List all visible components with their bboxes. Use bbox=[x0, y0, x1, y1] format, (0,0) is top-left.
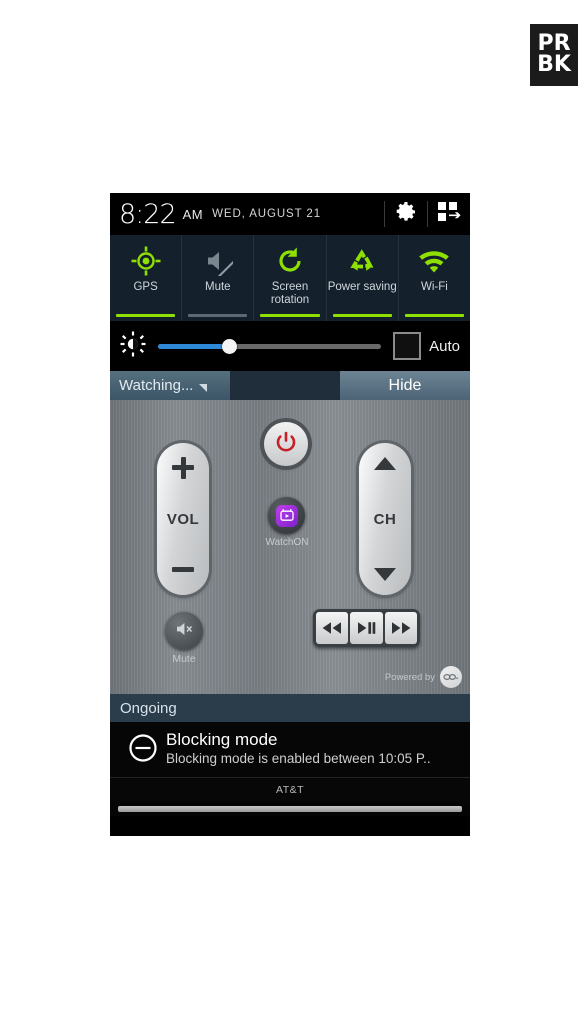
toggle-wifi[interactable]: Wi-Fi bbox=[399, 235, 470, 321]
brightness-slider[interactable] bbox=[158, 337, 382, 355]
channel-rocker[interactable]: CH bbox=[359, 443, 411, 595]
gps-icon bbox=[131, 244, 161, 278]
toggle-gps[interactable]: GPS bbox=[110, 235, 183, 321]
power-icon bbox=[274, 430, 298, 459]
auto-brightness-label: Auto bbox=[429, 337, 460, 355]
toggle-label: Mute bbox=[205, 281, 231, 293]
drag-handle-bar[interactable] bbox=[118, 806, 462, 812]
screen-rotation-icon bbox=[275, 244, 305, 278]
power-saving-icon bbox=[347, 244, 377, 278]
grid-toggle-icon bbox=[437, 201, 461, 228]
fast-forward-icon bbox=[391, 622, 411, 634]
clock-ampm: AM bbox=[182, 206, 204, 222]
toggle-state-bar bbox=[404, 314, 465, 317]
toggle-label: GPS bbox=[133, 281, 158, 293]
ongoing-section-header: Ongoing bbox=[110, 694, 470, 722]
toggle-screen-rotation[interactable]: Screen rotation bbox=[254, 235, 327, 321]
notification-shade: 8:22 AM WED, AUGUST 21 GPS Mute Screen r… bbox=[110, 193, 470, 836]
minus-icon[interactable] bbox=[172, 559, 194, 581]
volume-label: VOL bbox=[166, 510, 200, 528]
quick-settings-button[interactable] bbox=[428, 193, 470, 235]
prbk-watermark: PR BK bbox=[530, 24, 578, 86]
watchon-button[interactable] bbox=[268, 497, 305, 534]
transport-controls bbox=[313, 609, 420, 647]
rewind-button[interactable] bbox=[316, 612, 349, 644]
hide-button-label: Hide bbox=[388, 376, 422, 394]
toggle-label: Wi-Fi bbox=[421, 281, 448, 293]
toggle-state-bar bbox=[188, 314, 248, 317]
rewind-icon bbox=[322, 622, 342, 634]
toggle-power-saving[interactable]: Power saving bbox=[327, 235, 399, 321]
quick-toggle-row: GPS Mute Screen rotation Power saving Wi… bbox=[110, 235, 470, 321]
watchon-label: WatchON bbox=[265, 537, 309, 548]
status-date: WED, AUGUST 21 bbox=[212, 208, 322, 220]
wifi-icon bbox=[418, 244, 450, 278]
status-bar: 8:22 AM WED, AUGUST 21 bbox=[110, 193, 470, 235]
ongoing-label: Ongoing bbox=[120, 699, 177, 717]
notification-item-blocking-mode[interactable]: Blocking mode Blocking mode is enabled b… bbox=[110, 722, 470, 778]
settings-button[interactable] bbox=[385, 193, 427, 235]
play-pause-button[interactable] bbox=[350, 612, 383, 644]
notification-subtitle: Blocking mode is enabled between 10:05 P… bbox=[166, 751, 431, 766]
plus-icon[interactable] bbox=[172, 457, 194, 479]
carrier-row: AT&T bbox=[110, 778, 470, 802]
brightness-row: Auto bbox=[110, 321, 470, 371]
hide-button[interactable]: Hide bbox=[340, 371, 470, 400]
fast-forward-button[interactable] bbox=[384, 612, 417, 644]
triangle-down-icon bbox=[199, 384, 208, 392]
play-pause-icon bbox=[358, 622, 376, 634]
watching-label: Watching... bbox=[119, 377, 194, 394]
gear-icon bbox=[394, 200, 418, 229]
watermark-line-2: BK bbox=[537, 52, 571, 77]
clock-time: 8:22 bbox=[119, 198, 177, 230]
mute-button[interactable] bbox=[165, 612, 203, 650]
watchon-tv-icon bbox=[275, 504, 298, 527]
notification-title: Blocking mode bbox=[166, 730, 278, 749]
carrier-name: AT&T bbox=[275, 784, 305, 796]
channel-label: CH bbox=[373, 510, 397, 528]
brightness-icon bbox=[120, 331, 146, 362]
shade-drag-handle[interactable] bbox=[110, 802, 470, 816]
triangle-up-icon[interactable] bbox=[374, 457, 396, 470]
powered-by-label: Powered by bbox=[384, 671, 435, 683]
toggle-state-bar bbox=[260, 314, 320, 317]
notification-text: Blocking mode Blocking mode is enabled b… bbox=[166, 729, 460, 767]
speaker-mute-icon bbox=[174, 619, 194, 644]
auto-brightness-checkbox[interactable] bbox=[393, 332, 422, 360]
powered-by: Powered by bbox=[385, 666, 462, 688]
status-bar-actions bbox=[384, 193, 470, 235]
toggle-label: Power saving bbox=[327, 281, 397, 293]
volume-rocker[interactable]: VOL bbox=[157, 443, 209, 595]
toggle-state-bar bbox=[116, 314, 176, 317]
triangle-down-icon[interactable] bbox=[374, 568, 396, 581]
mute-button-label: Mute bbox=[172, 653, 196, 665]
watching-bar-spacer bbox=[230, 371, 340, 400]
blocking-mode-icon bbox=[120, 731, 166, 765]
power-button[interactable] bbox=[264, 422, 308, 466]
mute-icon bbox=[203, 244, 233, 278]
peel-logo bbox=[440, 666, 462, 688]
slider-fill bbox=[158, 343, 230, 349]
watching-dropdown[interactable]: Watching... bbox=[110, 371, 230, 400]
watching-bar: Watching... Hide bbox=[110, 371, 470, 400]
toggle-label: Screen rotation bbox=[270, 281, 310, 306]
remote-control-panel: VOL CH WatchON Mute Powered by bbox=[110, 400, 470, 694]
slider-thumb[interactable] bbox=[222, 338, 238, 354]
toggle-mute[interactable]: Mute bbox=[182, 235, 255, 321]
toggle-state-bar bbox=[332, 314, 392, 317]
